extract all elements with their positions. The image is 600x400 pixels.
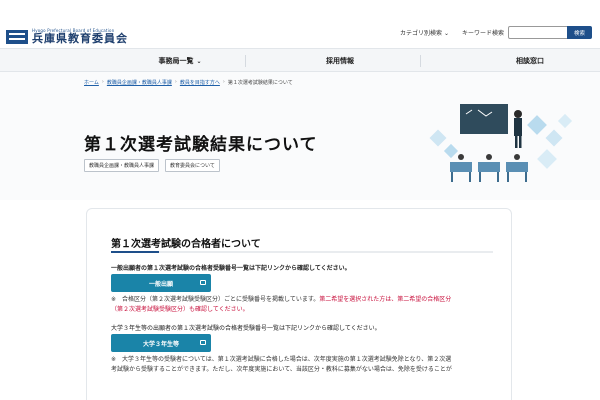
general-applicants-note: ※ 合格区分（第２次選考試験受験区分）ごとに受験番号を掲載しています。第二希望を… (111, 295, 491, 315)
section-divider (111, 251, 493, 253)
chevron-down-icon: ⌄ (444, 30, 450, 37)
external-link-icon (200, 340, 206, 345)
global-nav: 事務局一覧 ⌄ 採用情報 相談窓口 (0, 48, 600, 72)
note-text: ※ 合格区分（第２次選考試験受験区分）ごとに受験番号を掲載しています。 (111, 296, 320, 303)
university-students-note: ※ 大学３年生等の受験者については、第１次選考試験に合格した場合は、次年度実施の… (111, 355, 491, 375)
breadcrumb-separator: › (174, 79, 177, 85)
nav-item-label: 事務局一覧 (158, 57, 194, 65)
breadcrumb: ホーム › 教職員企画課・教職員人事課 › 教員を目指す方へ › 第１次選考試験… (84, 79, 293, 86)
university-students-button[interactable]: 大学３年生等 (111, 334, 211, 352)
nav-item-label: 相談窓口 (516, 57, 544, 65)
keyword-search-label: キーワード検索 (462, 30, 505, 37)
breadcrumb-division[interactable]: 教職員企画課・教職員人事課 (107, 79, 172, 86)
breadcrumb-teacher[interactable]: 教員を目指す方へ (180, 79, 220, 86)
site-header: Hyogo Prefectural Board of Education 兵庫県… (0, 0, 600, 46)
site-logo[interactable]: Hyogo Prefectural Board of Education 兵庫県… (6, 28, 128, 45)
general-applicants-text: 一般出願者の第１次選考試験の合格者受験番号一覧は下記リンクから確認してください。 (111, 265, 351, 272)
search-input[interactable] (508, 26, 568, 39)
logo-mark-icon (6, 29, 28, 44)
button-label: 大学３年生等 (142, 340, 179, 348)
nav-item-offices[interactable]: 事務局一覧 ⌄ (120, 49, 240, 73)
category-search-dropdown[interactable]: カテゴリ別検索 ⌄ (400, 28, 449, 37)
breadcrumb-home[interactable]: ホーム (84, 79, 99, 86)
nav-divider (245, 55, 246, 67)
button-label: 一般出願 (148, 280, 173, 288)
search-button[interactable]: 検索 (567, 26, 592, 39)
tag-division[interactable]: 教職員企画課・教職員人事課 (84, 159, 160, 172)
student-desks-icon (450, 154, 528, 182)
teacher-figure-icon (514, 110, 522, 148)
category-search-label: カテゴリ別検索 (400, 30, 443, 37)
nav-item-consultation[interactable]: 相談窓口 (470, 49, 590, 73)
nav-item-recruitment[interactable]: 採用情報 (300, 49, 380, 73)
breadcrumb-current: 第１次選考試験結果について (227, 80, 293, 86)
section-title: 第１次選考試験の合格者について (111, 239, 261, 250)
content-card: 第１次選考試験の合格者について 一般出願者の第１次選考試験の合格者受験番号一覧は… (86, 208, 512, 400)
classroom-illustration (429, 104, 573, 182)
note-text: 考試験から受験することができます。ただし、次年度実施において、当該区分・教科に募… (111, 366, 452, 373)
nav-item-label: 採用情報 (326, 57, 354, 65)
logo-title: 兵庫県教育委員会 (32, 32, 128, 45)
tag-board[interactable]: 教育委員会について (165, 159, 220, 172)
note-highlight: 第二希望を選択された方は、第二希望の合格区分 (319, 296, 452, 303)
logo-text: Hyogo Prefectural Board of Education 兵庫県… (32, 28, 128, 45)
nav-divider (420, 55, 421, 67)
page-title: 第１次選考試験結果について (84, 135, 318, 155)
external-link-icon (200, 280, 206, 285)
breadcrumb-separator: › (101, 79, 104, 85)
general-applicants-button[interactable]: 一般出願 (111, 274, 211, 292)
note-highlight: （第２次選考試験受験区分）も確認してください。 (111, 306, 249, 313)
chevron-down-icon: ⌄ (196, 57, 202, 65)
note-text: ※ 大学３年生等の受験者については、第１次選考試験に合格した場合は、次年度実施の… (111, 356, 452, 363)
university-students-text: 大学３年生等の出願者の第１次選考試験の合格者受験番号一覧は下記リンクから確認して… (111, 325, 381, 332)
blackboard-icon (460, 104, 508, 134)
category-tags: 教職員企画課・教職員人事課 教育委員会について (84, 159, 220, 172)
breadcrumb-separator: › (222, 79, 225, 85)
